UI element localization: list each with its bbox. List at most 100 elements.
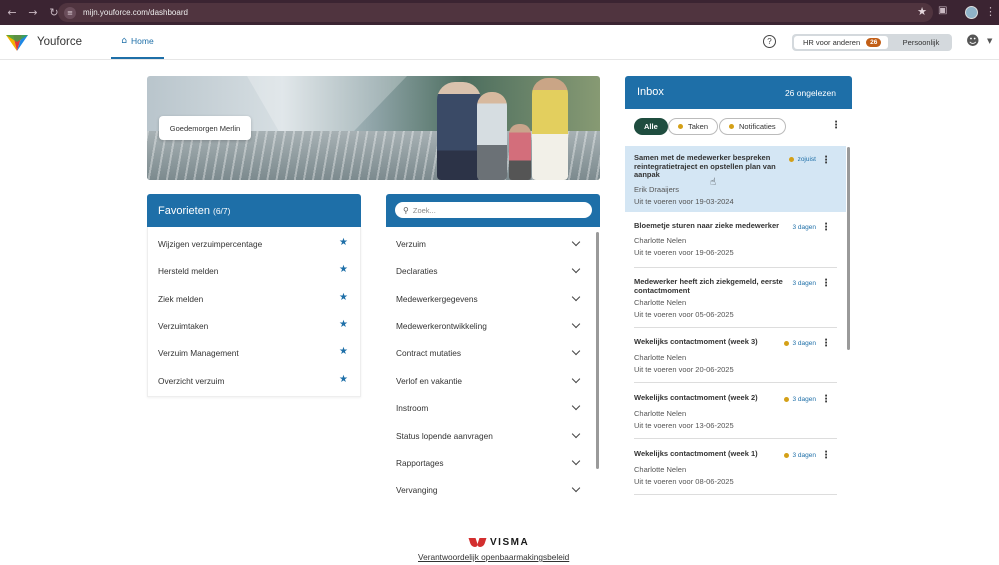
menu-header: ⚲ xyxy=(386,194,600,227)
menu-item-label: Verlof en vakantie xyxy=(396,375,462,386)
card-more-icon[interactable]: ⋮ xyxy=(821,155,831,166)
help-icon[interactable]: ? xyxy=(763,35,776,48)
filter-taken[interactable]: Taken xyxy=(668,118,719,135)
card-name: Charlotte Nelen xyxy=(634,409,687,418)
card-due: Uit te voeren voor 19-03-2024 xyxy=(634,197,734,206)
inbox-card[interactable]: Wekelijks contactmoment (week 2) 3 dagen… xyxy=(625,383,846,439)
inbox-header: Inbox 26 ongelezen xyxy=(625,76,852,109)
menu-item[interactable]: Rapportages xyxy=(386,449,594,476)
chevron-down-icon[interactable] xyxy=(571,264,581,274)
card-more-icon[interactable]: ⋮ xyxy=(821,338,831,349)
card-more-icon[interactable]: ⋮ xyxy=(821,278,831,289)
chevron-down-icon[interactable]: ▼ xyxy=(987,37,992,45)
browser-menu-icon[interactable]: ⋮ xyxy=(985,5,996,18)
favorite-item-label: Verzuimtaken xyxy=(158,320,209,331)
bookmark-star-icon[interactable]: ★ xyxy=(917,5,927,18)
toggle-persoonlijk[interactable]: Persoonlijk xyxy=(892,36,950,49)
star-icon[interactable]: ★ xyxy=(339,292,348,303)
menu-item[interactable]: Medewerkerontwikkeling xyxy=(386,312,594,339)
status-dot xyxy=(788,157,794,162)
menu-item[interactable]: Verzuim xyxy=(386,230,594,257)
favorite-item[interactable]: Wijzigen verzuimpercentage ★ xyxy=(148,230,360,257)
chevron-down-icon[interactable] xyxy=(571,292,581,302)
youforce-logo-icon[interactable] xyxy=(6,33,28,51)
chevron-down-icon[interactable] xyxy=(571,319,581,329)
menu-scrollbar[interactable] xyxy=(596,232,599,469)
card-due: Uit te voeren voor 20-06-2025 xyxy=(634,365,734,374)
menu-item-label: Medewerkerontwikkeling xyxy=(396,320,487,331)
favorite-item-label: Hersteld melden xyxy=(158,265,219,276)
card-more-icon[interactable]: ⋮ xyxy=(821,394,831,405)
card-more-icon[interactable]: ⋮ xyxy=(821,450,831,461)
address-bar[interactable]: ≡ mijn.youforce.com/dashboard ★ xyxy=(58,3,933,22)
disclosure-policy-link[interactable]: Verantwoordelijk openbaarmakingsbeleid xyxy=(418,552,569,562)
user-icon[interactable]: ☻ xyxy=(966,34,980,49)
menu-list: Verzuim Declaraties Medewerkergegevens M… xyxy=(386,227,600,510)
chevron-down-icon[interactable] xyxy=(571,374,581,384)
filter-alle[interactable]: Alle xyxy=(634,118,668,135)
inbox-unread-count: 26 ongelezen xyxy=(784,88,836,98)
filter-notificaties-label: Notificaties xyxy=(739,122,776,131)
card-meta-label: 3 dagen xyxy=(792,452,817,459)
star-icon[interactable]: ★ xyxy=(339,319,348,330)
inbox-scrollbar[interactable] xyxy=(847,147,850,350)
menu-item-label: Medewerkergegevens xyxy=(396,293,478,304)
chevron-down-icon[interactable] xyxy=(571,401,581,411)
menu-item[interactable]: Verlof en vakantie xyxy=(386,367,594,394)
star-icon[interactable]: ★ xyxy=(339,374,348,385)
inbox-card[interactable]: Wekelijks contactmoment (week 1) 3 dagen… xyxy=(625,439,846,495)
url-text[interactable]: mijn.youforce.com/dashboard xyxy=(83,8,188,17)
back-icon[interactable]: ← xyxy=(3,4,21,22)
card-meta-label: 3 dagen xyxy=(792,280,817,287)
favorite-item[interactable]: Verzuim Management ★ xyxy=(148,339,360,366)
star-icon[interactable]: ★ xyxy=(339,346,348,357)
search-input[interactable] xyxy=(412,205,583,215)
menu-item[interactable]: Medewerkergegevens xyxy=(386,285,594,312)
site-info-icon[interactable]: ≡ xyxy=(64,6,76,19)
inbox-more-icon[interactable]: ⋮ xyxy=(831,120,841,131)
card-due: Uit te voeren voor 08-06-2025 xyxy=(634,477,734,486)
card-name: Charlotte Nelen xyxy=(634,236,687,245)
extensions-icon[interactable]: ▣ xyxy=(938,5,952,19)
inbox-card[interactable]: Samen met de medewerker bespreken reinte… xyxy=(625,146,846,212)
card-title: Medewerker heeft zich ziekgemeld, eerste… xyxy=(634,277,783,295)
chevron-down-icon[interactable] xyxy=(571,483,581,493)
toggle-hr-label: HR voor anderen xyxy=(803,38,861,47)
menu-item-label: Contract mutaties xyxy=(396,347,462,358)
chevron-down-icon[interactable] xyxy=(571,237,581,247)
favorite-item[interactable]: Hersteld melden ★ xyxy=(148,257,360,284)
star-icon[interactable]: ★ xyxy=(339,264,348,275)
visma-mark-icon xyxy=(470,538,486,547)
menu-item[interactable]: Vervanging xyxy=(386,476,594,503)
inbox-card[interactable]: Bloemetje sturen naar zieke medewerker 3… xyxy=(625,212,846,268)
star-icon[interactable]: ★ xyxy=(339,237,348,248)
toggle-hr-voor-anderen[interactable]: HR voor anderen 26 xyxy=(794,36,888,49)
card-due: Uit te voeren voor 05-06-2025 xyxy=(634,310,734,319)
chevron-down-icon[interactable] xyxy=(571,429,581,439)
menu-item[interactable]: Status lopende aanvragen xyxy=(386,422,594,449)
app-header: Youforce ⌂ Home ? HR voor anderen 26 Per… xyxy=(0,25,999,60)
favorite-item[interactable]: Verzuimtaken ★ xyxy=(148,312,360,339)
card-due: Uit te voeren voor 19-06-2025 xyxy=(634,248,734,257)
card-more-icon[interactable]: ⋮ xyxy=(821,222,831,233)
card-meta-label: 3 dagen xyxy=(792,396,817,403)
inbox-card[interactable]: Medewerker heeft zich ziekgemeld, eerste… xyxy=(625,268,846,328)
greeting-card: Goedemorgen Merlin xyxy=(159,116,251,140)
favorites-list: Wijzigen verzuimpercentage ★ Hersteld me… xyxy=(147,227,361,397)
hero-person xyxy=(437,82,481,180)
menu-item[interactable]: Instroom xyxy=(386,394,594,421)
inbox-card[interactable]: Wekelijks contactmoment (week 3) 3 dagen… xyxy=(625,328,846,383)
browser-profile-avatar[interactable] xyxy=(965,6,978,19)
favorite-item[interactable]: Overzicht verzuim ★ xyxy=(148,367,360,394)
nav-home-tab[interactable]: ⌂ Home xyxy=(111,25,164,59)
favorite-item[interactable]: Ziek melden ★ xyxy=(148,285,360,312)
filter-notificaties[interactable]: Notificaties xyxy=(719,118,786,135)
card-name: Charlotte Nelen xyxy=(634,298,687,307)
menu-item[interactable]: Contract mutaties xyxy=(386,339,594,366)
menu-item[interactable]: Declaraties xyxy=(386,257,594,284)
chevron-down-icon[interactable] xyxy=(571,346,581,356)
forward-icon[interactable]: → xyxy=(24,4,42,22)
menu-search[interactable]: ⚲ xyxy=(395,202,592,218)
status-dot xyxy=(729,124,734,129)
chevron-down-icon[interactable] xyxy=(571,456,581,466)
